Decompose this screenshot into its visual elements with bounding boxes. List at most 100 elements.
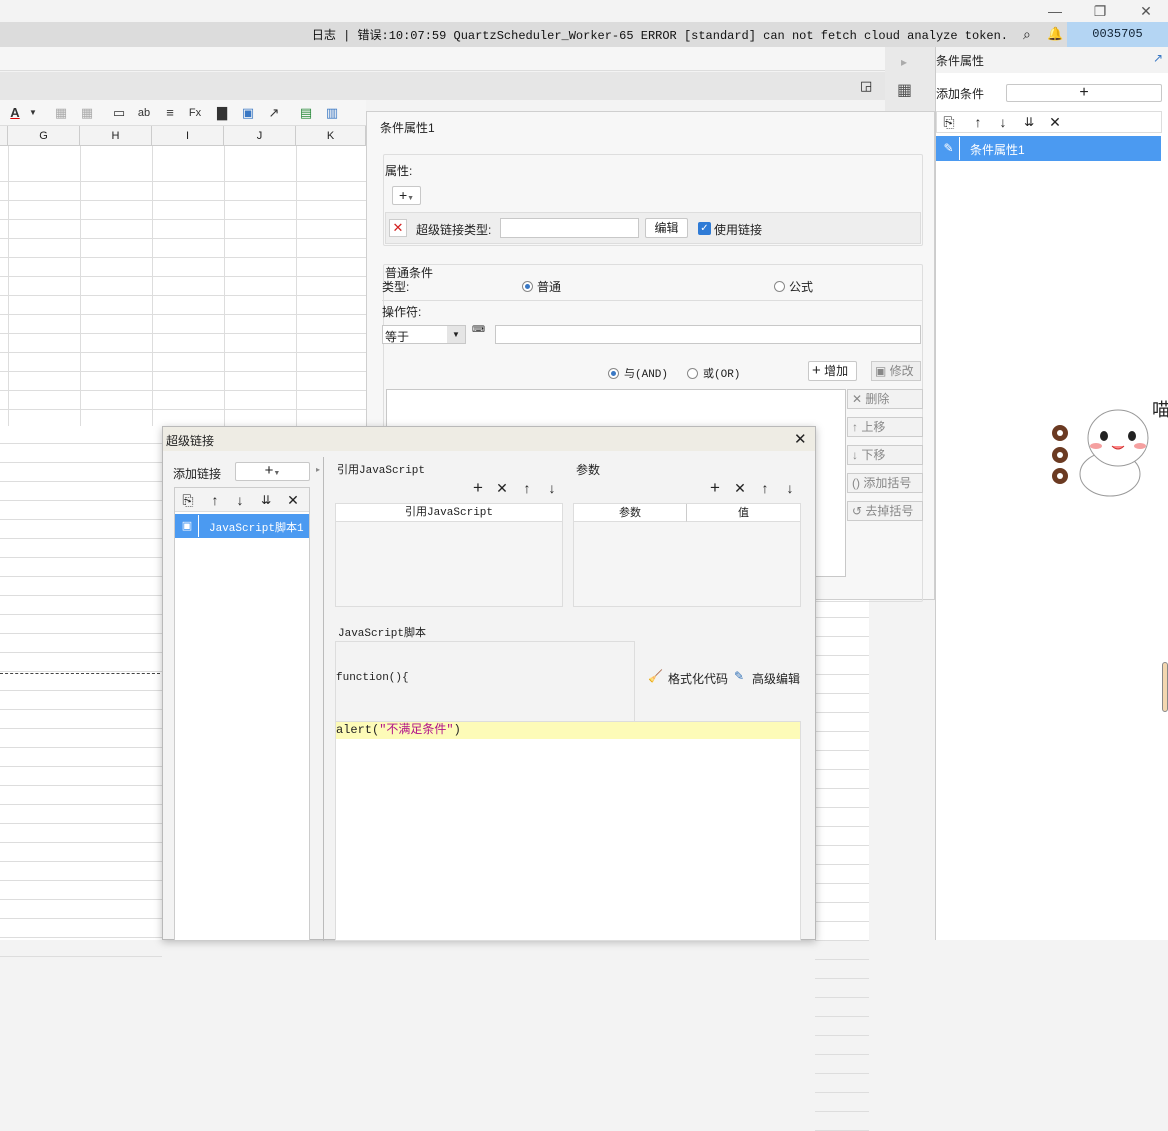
- arrow-up-icon[interactable]: ↑: [519, 479, 535, 497]
- collapse-toolbar-icon[interactable]: ◲: [860, 78, 872, 94]
- move-down-button[interactable]: ↓ 下移: [847, 445, 923, 465]
- spreadsheet-grid-right[interactable]: [815, 600, 869, 1131]
- copy-icon[interactable]: ⎘: [180, 491, 196, 509]
- arrow-up-icon[interactable]: ↑: [207, 491, 223, 509]
- log-message[interactable]: 日志 | 错误:10:07:59 QuartzScheduler_Worker-…: [312, 26, 1008, 43]
- delete-icon[interactable]: ✕: [285, 491, 301, 509]
- bar-chart-icon[interactable]: ▇: [213, 104, 231, 122]
- grid-row-line: [815, 676, 869, 694]
- logic-or-radio[interactable]: [687, 366, 698, 380]
- pencil-icon[interactable]: ✎: [938, 137, 960, 160]
- delete-icon[interactable]: ✕: [732, 479, 748, 497]
- side-handle[interactable]: [1162, 662, 1168, 712]
- add-bracket-button[interactable]: () 添加括号: [847, 473, 923, 493]
- grid-row-line: [0, 749, 162, 767]
- broom-icon[interactable]: 🧹: [648, 669, 663, 683]
- delete-icon[interactable]: ✕: [1047, 113, 1063, 131]
- copy-icon[interactable]: ⎘: [941, 113, 957, 131]
- add-button[interactable]: + 增加: [808, 361, 857, 381]
- widget-panel-icon[interactable]: ▦: [897, 80, 912, 100]
- type-normal-radio[interactable]: [522, 279, 533, 293]
- grid-row-line: [0, 316, 366, 334]
- move-bottom-icon[interactable]: ⇊: [1021, 113, 1037, 131]
- edit-hyperlink-button[interactable]: 编辑: [645, 218, 688, 238]
- close-window-button[interactable]: ✕: [1136, 2, 1156, 20]
- chevron-down-icon[interactable]: ▼: [24, 104, 42, 122]
- border-icon[interactable]: ▦: [52, 104, 70, 122]
- arrow-down-icon[interactable]: ↓: [995, 113, 1011, 131]
- advanced-edit-icon[interactable]: ✎: [734, 669, 744, 683]
- grid-row-line: [0, 711, 162, 729]
- modify-button[interactable]: ▣ 修改: [871, 361, 921, 381]
- format-code-button[interactable]: 格式化代码: [668, 670, 728, 687]
- grid-row-line: [815, 942, 869, 960]
- form-icon[interactable]: ▤: [297, 104, 315, 122]
- grid-row-line: [0, 540, 162, 558]
- column-header[interactable]: I: [152, 126, 224, 146]
- align-icon[interactable]: ≡: [161, 104, 179, 122]
- grid-col-line: [152, 146, 153, 426]
- grid-row-line: [0, 787, 162, 805]
- arrow-down-icon[interactable]: ↓: [544, 479, 560, 497]
- grid-row-line: [0, 844, 162, 862]
- add-icon[interactable]: +: [470, 479, 486, 497]
- hyperlink-type-field[interactable]: [500, 218, 639, 238]
- add-condition-button[interactable]: +: [1006, 84, 1162, 102]
- dialog-title: 超级链接: [166, 434, 215, 448]
- arrow-up-icon[interactable]: ↑: [757, 479, 773, 497]
- font-color-icon[interactable]: A: [6, 104, 24, 122]
- code-editor[interactable]: alert("不满足条件"): [335, 721, 801, 941]
- operator-select[interactable]: 等于 ▼: [382, 325, 466, 344]
- column-header[interactable]: K: [296, 126, 366, 146]
- delete-button[interactable]: ✕ 删除: [847, 389, 923, 409]
- logic-and-radio[interactable]: [608, 366, 619, 380]
- edit-pin-icon[interactable]: ↗: [1153, 51, 1163, 65]
- restore-button[interactable]: ❐: [1090, 2, 1110, 20]
- bell-icon[interactable]: 🔔: [1047, 26, 1063, 42]
- arrow-up-icon[interactable]: ↑: [970, 113, 986, 131]
- formula-icon[interactable]: Fx: [186, 104, 204, 122]
- chevron-down-icon[interactable]: ▼: [447, 326, 465, 343]
- delete-icon[interactable]: ✕: [494, 479, 510, 497]
- expand-arrow-icon[interactable]: ▸: [901, 55, 907, 69]
- search-icon[interactable]: ⌕: [1023, 26, 1031, 43]
- grid-row-line: [0, 221, 366, 239]
- text-icon[interactable]: ab: [135, 104, 153, 122]
- arrow-down-icon[interactable]: ↓: [232, 491, 248, 509]
- splitter-arrow-icon[interactable]: ▸: [316, 465, 320, 474]
- image-icon[interactable]: ▣: [239, 104, 257, 122]
- remove-attribute-icon[interactable]: ✕: [389, 219, 407, 237]
- ref-js-table[interactable]: 引用JavaScript: [335, 503, 563, 607]
- spreadsheet-grid[interactable]: G H I J K: [0, 126, 366, 426]
- pen-icon[interactable]: ↗: [265, 104, 283, 122]
- type-formula-radio[interactable]: [774, 279, 785, 293]
- panel-title: 条件属性: [936, 54, 985, 68]
- params-table[interactable]: 参数 值: [573, 503, 801, 607]
- operator-label: 操作符:: [382, 305, 422, 319]
- add-attribute-button[interactable]: +▼: [392, 186, 421, 205]
- use-link-checkbox[interactable]: ✓: [698, 222, 711, 235]
- grid-row-line: [815, 600, 869, 618]
- link-list-item[interactable]: ▣ JavaScript脚本1: [175, 514, 309, 538]
- remove-bracket-button[interactable]: ↺ 去掉括号: [847, 501, 923, 521]
- add-icon[interactable]: +: [707, 479, 723, 497]
- move-up-button[interactable]: ↑ 上移: [847, 417, 923, 437]
- advanced-edit-button[interactable]: 高级编辑: [752, 670, 800, 687]
- column-header[interactable]: G: [8, 126, 80, 146]
- table-icon[interactable]: ▦: [78, 104, 96, 122]
- column-header[interactable]: H: [80, 126, 152, 146]
- user-id-badge[interactable]: 0035705: [1067, 22, 1168, 47]
- move-bottom-icon[interactable]: ⇊: [258, 491, 274, 509]
- arrow-down-icon[interactable]: ↓: [782, 479, 798, 497]
- spreadsheet-grid-lower[interactable]: [0, 426, 162, 957]
- operand-field[interactable]: [495, 325, 921, 344]
- add-link-button[interactable]: +▼: [235, 462, 310, 481]
- grid-row-line: [815, 1075, 869, 1093]
- minimize-button[interactable]: —: [1045, 2, 1065, 20]
- textbox-icon[interactable]: ▭: [110, 104, 128, 122]
- value-type-icon[interactable]: ⌨: [472, 324, 485, 334]
- column-header[interactable]: J: [224, 126, 296, 146]
- close-icon[interactable]: ✕: [794, 430, 807, 448]
- layout-icon[interactable]: ▥: [323, 104, 341, 122]
- condition-list-item[interactable]: ✎ 条件属性1: [936, 136, 1161, 161]
